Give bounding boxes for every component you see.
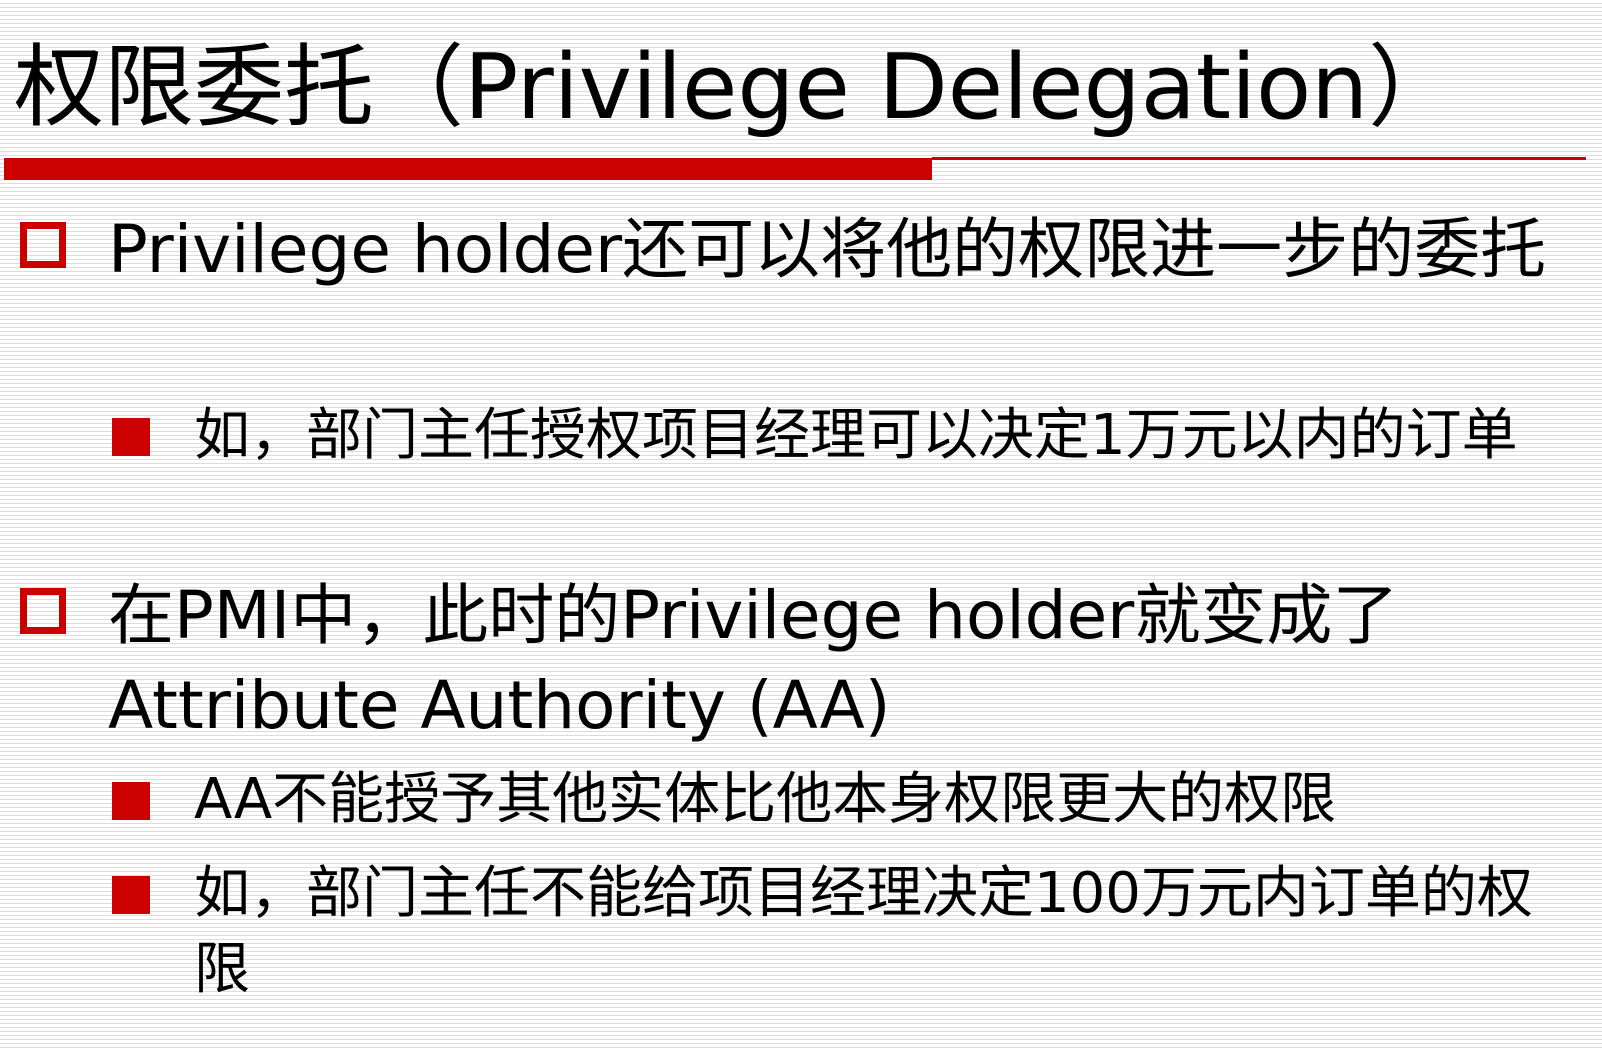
bullet-list: Privilege holder还可以将他的权限进一步的委托 如，部门主任授权项…: [0, 0, 1602, 1050]
filled-square-bullet-icon: [112, 876, 150, 914]
bullet-text: Privilege holder还可以将他的权限进一步的委托: [108, 211, 1547, 288]
hollow-square-bullet-icon: [20, 588, 66, 634]
bullet-text: 在PMI中，此时的Privilege holder就变成了Attribute A…: [108, 577, 1399, 744]
filled-square-bullet-icon: [112, 782, 150, 820]
hollow-square-bullet-icon: [20, 222, 66, 268]
bullet-text: 如，部门主任授权项目经理可以决定1万元以内的订单: [194, 403, 1518, 468]
bullet-text: 如，部门主任不能给项目经理决定100万元内订单的权限: [194, 861, 1533, 1002]
filled-square-bullet-icon: [112, 418, 150, 456]
bullet-text: AA不能授予其他实体比他本身权限更大的权限: [194, 767, 1337, 832]
slide: 权限委托（Privilege Delegation） Privilege hol…: [0, 0, 1602, 1050]
